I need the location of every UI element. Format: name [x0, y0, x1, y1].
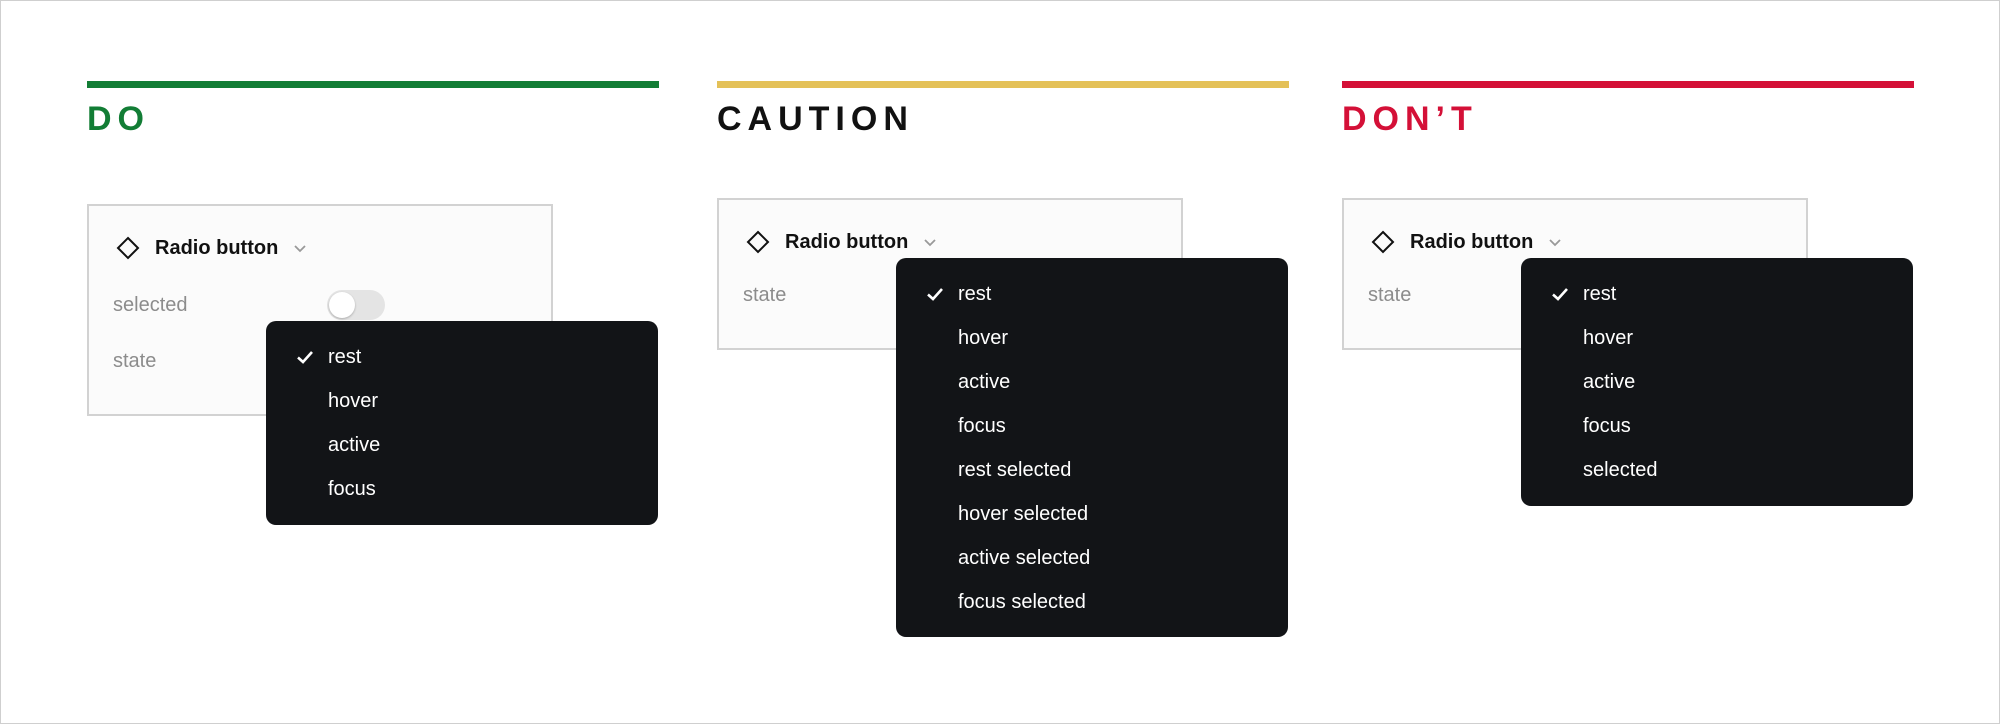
- chevron-down-icon[interactable]: [292, 240, 308, 256]
- menu-item-focus[interactable]: focus: [1521, 404, 1913, 448]
- chevron-down-icon[interactable]: [922, 234, 938, 250]
- component-name: Radio button: [155, 236, 279, 259]
- selected-label: selected: [113, 294, 188, 316]
- menu-item-rest[interactable]: rest: [896, 272, 1288, 316]
- check-icon: [927, 288, 943, 301]
- component-header[interactable]: Radio button: [115, 234, 308, 262]
- do-bar: [87, 81, 659, 88]
- toggle-knob: [329, 292, 355, 318]
- menu-item-active[interactable]: active: [896, 360, 1288, 404]
- menu-item-rest[interactable]: rest: [266, 335, 658, 379]
- do-column: DO Radio button selected state rest hove…: [87, 1, 659, 725]
- component-header[interactable]: Radio button: [745, 228, 938, 256]
- menu-item-focus[interactable]: focus: [896, 404, 1288, 448]
- canvas: DO Radio button selected state rest hove…: [0, 0, 2000, 724]
- menu-item-active[interactable]: active: [1521, 360, 1913, 404]
- menu-item-hover[interactable]: hover: [896, 316, 1288, 360]
- menu-item-selected[interactable]: selected: [1521, 448, 1913, 492]
- menu-item-active[interactable]: active: [266, 423, 658, 467]
- menu-item-hover[interactable]: hover: [266, 379, 658, 423]
- state-label: state: [743, 284, 787, 306]
- component-name: Radio button: [785, 230, 909, 253]
- state-dropdown-menu: rest hover active focus rest selected ho…: [896, 258, 1288, 637]
- component-diamond-icon: [115, 235, 141, 261]
- dont-bar: [1342, 81, 1914, 88]
- dont-column: DON’T Radio button state rest hover acti…: [1342, 1, 1914, 725]
- state-label: state: [113, 350, 157, 372]
- menu-item-active-selected[interactable]: active selected: [896, 536, 1288, 580]
- component-name: Radio button: [1410, 230, 1534, 253]
- caution-heading: CAUTION: [717, 100, 914, 138]
- dont-heading: DON’T: [1342, 100, 1478, 138]
- menu-item-rest-selected[interactable]: rest selected: [896, 448, 1288, 492]
- component-header[interactable]: Radio button: [1370, 228, 1563, 256]
- chevron-down-icon[interactable]: [1547, 234, 1563, 250]
- state-label: state: [1368, 284, 1412, 306]
- do-heading: DO: [87, 100, 150, 138]
- menu-item-hover-selected[interactable]: hover selected: [896, 492, 1288, 536]
- menu-item-rest[interactable]: rest: [1521, 272, 1913, 316]
- check-icon: [297, 351, 313, 364]
- selected-toggle[interactable]: [327, 290, 385, 320]
- menu-item-focus-selected[interactable]: focus selected: [896, 580, 1288, 624]
- component-diamond-icon: [745, 229, 771, 255]
- check-icon: [1552, 288, 1568, 301]
- menu-item-hover[interactable]: hover: [1521, 316, 1913, 360]
- caution-bar: [717, 81, 1289, 88]
- caution-column: CAUTION Radio button state rest hover ac…: [717, 1, 1289, 725]
- menu-item-focus[interactable]: focus: [266, 467, 658, 511]
- state-dropdown-menu: rest hover active focus: [266, 321, 658, 525]
- state-dropdown-menu: rest hover active focus selected: [1521, 258, 1913, 506]
- component-diamond-icon: [1370, 229, 1396, 255]
